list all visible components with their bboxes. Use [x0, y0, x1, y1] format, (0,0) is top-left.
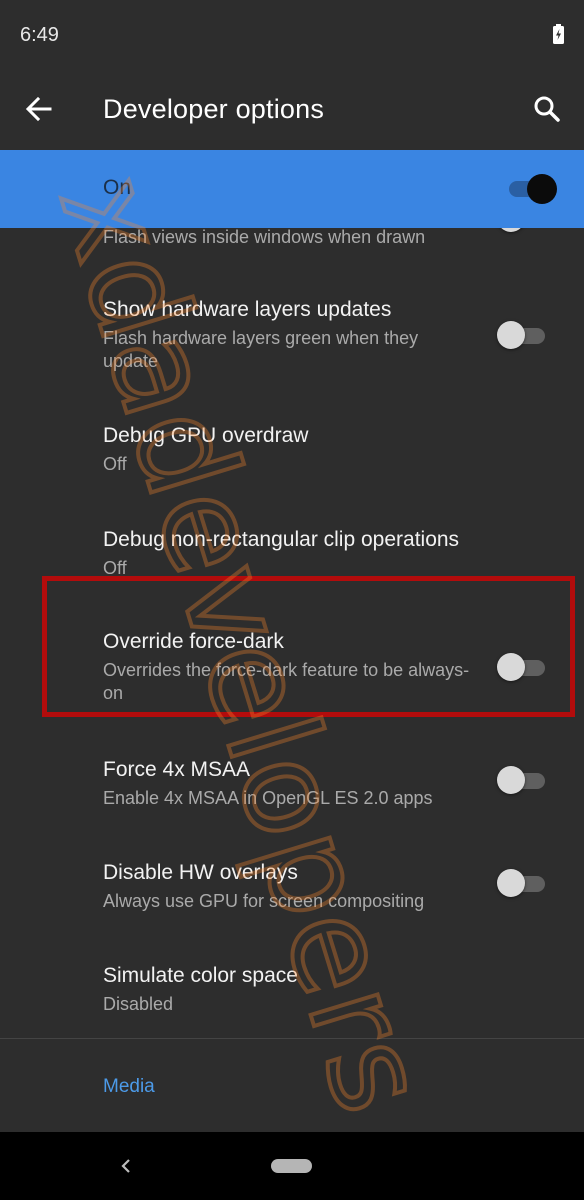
status-bar: 6:49 [0, 0, 584, 70]
setting-summary: Off [103, 558, 127, 578]
home-pill-icon[interactable] [271, 1159, 312, 1173]
setting-title: Simulate color space [103, 964, 298, 987]
setting-summary: Enable 4x MSAA in OpenGL ES 2.0 apps [103, 788, 433, 808]
setting-title: Debug GPU overdraw [103, 424, 309, 447]
master-toggle-switch[interactable] [509, 174, 559, 204]
toggle-switch[interactable] [497, 868, 547, 898]
nav-back-icon[interactable] [118, 1154, 134, 1178]
setting-item-debug-clip-operations[interactable]: Debug non-rectangular clip operations Of… [0, 510, 584, 600]
setting-summary: Disabled [103, 994, 174, 1014]
toggle-thumb [497, 869, 525, 897]
setting-summary: Always use GPU for screen compositing [103, 891, 425, 911]
toggle-thumb [497, 321, 525, 349]
setting-summary: Flash hardware layers green when they up… [103, 328, 419, 371]
battery-charging-icon [553, 24, 564, 44]
page-title: Developer options [103, 94, 325, 124]
setting-item-simulate-color-space[interactable]: Simulate color space Disabled [0, 946, 584, 1030]
toggle-thumb [527, 174, 557, 204]
setting-title: Override force-dark [103, 630, 284, 653]
navigation-bar [0, 1132, 584, 1200]
arrow-back-icon[interactable] [24, 94, 54, 124]
toggle-thumb [497, 653, 525, 681]
search-icon[interactable] [532, 94, 562, 124]
setting-title: Force 4x MSAA [103, 758, 251, 781]
section-header-media: Media [103, 1076, 155, 1097]
master-switch-bar[interactable]: On [0, 150, 584, 228]
section-divider [0, 1038, 584, 1039]
setting-item-force-4x-msaa[interactable]: Force 4x MSAA Enable 4x MSAA in OpenGL E… [0, 740, 584, 830]
setting-item-disable-hw-overlays[interactable]: Disable HW overlays Always use GPU for s… [0, 843, 584, 933]
status-time: 6:49 [20, 24, 59, 46]
app-bar: Developer options [0, 70, 584, 150]
toggle-switch[interactable] [497, 652, 547, 682]
setting-item-show-hardware-layers-updates[interactable]: Show hardware layers updates Flash hardw… [0, 280, 584, 390]
master-switch-label: On [103, 176, 132, 199]
setting-item-override-force-dark[interactable]: Override force-dark Overrides the force-… [0, 612, 584, 722]
toggle-thumb [497, 766, 525, 794]
setting-title: Debug non-rectangular clip operations [103, 528, 460, 551]
setting-summary: Off [103, 454, 127, 474]
setting-summary: Flash views inside windows when drawn [103, 227, 426, 247]
setting-title: Show hardware layers updates [103, 298, 392, 321]
settings-list: Flash views inside windows when drawn Sh… [0, 150, 584, 1030]
setting-title: Disable HW overlays [103, 861, 298, 884]
toggle-switch[interactable] [497, 765, 547, 795]
setting-summary: Overrides the force-dark feature to be a… [103, 660, 470, 703]
toggle-switch[interactable] [497, 320, 547, 350]
setting-item-debug-gpu-overdraw[interactable]: Debug GPU overdraw Off [0, 406, 584, 496]
